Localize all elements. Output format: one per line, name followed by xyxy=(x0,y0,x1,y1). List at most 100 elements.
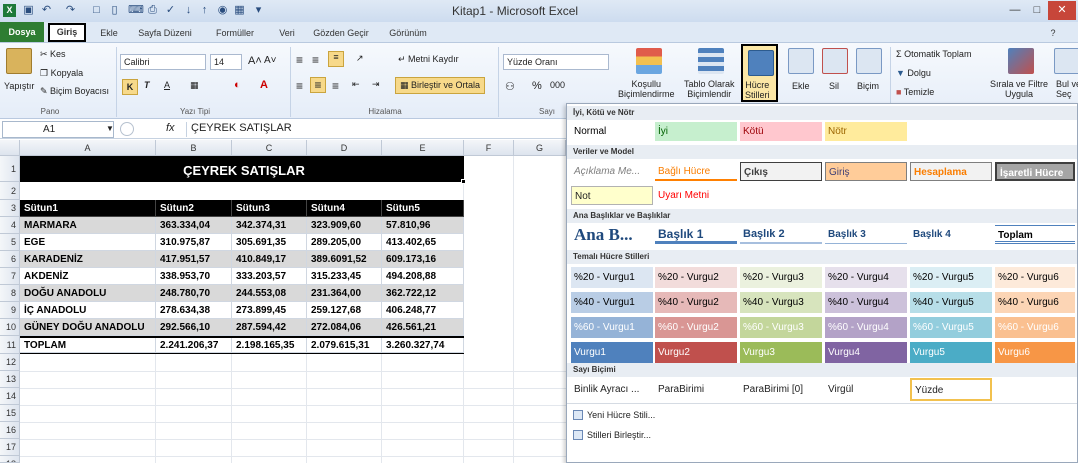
table-cell[interactable]: 338.953,70 xyxy=(156,268,232,285)
table-cell[interactable]: GÜNEY DOĞU ANADOLU xyxy=(20,319,156,336)
merge-styles-menu-item[interactable]: Stilleri Birleştir... xyxy=(571,426,651,444)
sort-filter-button[interactable]: Sırala ve Filtre Uygula xyxy=(990,79,1048,99)
style-bad[interactable]: Kötü xyxy=(740,122,822,141)
sort-filter-icon[interactable] xyxy=(1008,48,1034,74)
row-header[interactable]: 2 xyxy=(0,182,20,200)
minimize-icon[interactable]: — xyxy=(1004,1,1026,20)
cell-styles-button[interactable]: Hücre Stilleri xyxy=(741,44,778,102)
table-cell[interactable]: 342.374,31 xyxy=(232,217,307,234)
table-cell[interactable]: 333.203,57 xyxy=(232,268,307,285)
style-accent40-5[interactable]: %40 - Vurgu5 xyxy=(910,292,992,313)
bold-button[interactable]: K xyxy=(122,79,138,95)
style-accent-5[interactable]: Vurgu5 xyxy=(910,342,992,363)
style-heading-1[interactable]: Başlık 1 xyxy=(655,225,737,244)
style-accent-3[interactable]: Vurgu3 xyxy=(740,342,822,363)
style-percent[interactable]: Yüzde xyxy=(910,378,992,401)
print-icon[interactable]: ⎙ xyxy=(146,4,159,17)
style-output[interactable]: Çıkış xyxy=(740,162,822,181)
grow-font-icon[interactable]: A˄ xyxy=(248,55,262,67)
increase-indent-icon[interactable]: ⇥ xyxy=(372,79,380,90)
decrease-indent-icon[interactable]: ⇤ xyxy=(352,79,360,90)
row-header[interactable]: 18 xyxy=(0,456,20,463)
table-header-cell[interactable]: Sütun2 xyxy=(156,200,232,217)
style-accent40-6[interactable]: %40 - Vurgu6 xyxy=(995,292,1075,313)
style-explanatory[interactable]: Açıklama Me... xyxy=(571,162,653,181)
table-cell[interactable]: 315.233,45 xyxy=(307,268,382,285)
name-box[interactable]: A1 xyxy=(2,121,114,138)
style-currency[interactable]: ParaBirimi xyxy=(655,380,737,399)
table-cell[interactable]: 289.205,00 xyxy=(307,234,382,251)
style-total[interactable]: Toplam xyxy=(995,225,1075,244)
formula-input[interactable]: ÇEYREK SATIŞLAR xyxy=(186,122,566,137)
tab-view[interactable]: Görünüm xyxy=(382,25,434,42)
fill-handle[interactable] xyxy=(461,179,466,184)
style-heading-2[interactable]: Başlık 2 xyxy=(740,225,822,244)
table-cell[interactable]: 426.561,21 xyxy=(382,319,464,336)
style-accent60-2[interactable]: %60 - Vurgu2 xyxy=(655,317,737,338)
style-accent60-1[interactable]: %60 - Vurgu1 xyxy=(571,317,653,338)
fill-color-icon[interactable]: ◐ xyxy=(234,79,241,91)
column-header[interactable]: F xyxy=(464,140,514,156)
table-cell[interactable]: 273.899,45 xyxy=(232,302,307,319)
close-icon[interactable]: ✕ xyxy=(1048,1,1076,20)
font-name-combo[interactable]: Calibri xyxy=(120,54,206,70)
customize-qat-icon[interactable]: ▾ xyxy=(252,4,265,17)
style-accent20-6[interactable]: %20 - Vurgu6 xyxy=(995,267,1075,288)
table-cell[interactable]: 363.334,04 xyxy=(156,217,232,234)
total-cell[interactable]: 2.198.165,35 xyxy=(232,338,307,353)
new-file-icon[interactable]: □ xyxy=(90,4,103,17)
table-cell[interactable]: İÇ ANADOLU xyxy=(20,302,156,319)
table-cell[interactable]: 389.6091,52 xyxy=(307,251,382,268)
style-warning-text[interactable]: Uyarı Metni xyxy=(655,186,737,205)
row-header[interactable]: 4 xyxy=(0,217,20,234)
table-cell[interactable]: 410.849,17 xyxy=(232,251,307,268)
style-comma[interactable]: Binlik Ayracı ... xyxy=(571,380,653,399)
style-accent-1[interactable]: Vurgu1 xyxy=(571,342,653,363)
align-right-icon[interactable]: ≡ xyxy=(332,79,339,93)
paste-button[interactable]: Yapıştır xyxy=(4,81,34,91)
table-cell[interactable]: 417.951,57 xyxy=(156,251,232,268)
style-accent60-3[interactable]: %60 - Vurgu3 xyxy=(740,317,822,338)
style-title[interactable]: Ana B... xyxy=(571,224,653,246)
format-painter-button[interactable]: ✎ Biçim Boyacısı xyxy=(40,86,109,97)
underline-button[interactable]: A xyxy=(164,80,170,90)
table-cell[interactable]: 310.975,87 xyxy=(156,234,232,251)
table-cell[interactable]: 287.594,42 xyxy=(232,319,307,336)
style-input[interactable]: Giriş xyxy=(825,162,907,181)
row-header[interactable]: 9 xyxy=(0,302,20,319)
tab-formulas[interactable]: Formüller xyxy=(207,25,263,42)
style-accent20-1[interactable]: %20 - Vurgu1 xyxy=(571,267,653,288)
table-cell[interactable]: KARADENİZ xyxy=(20,251,156,268)
table-cell[interactable]: AKDENİZ xyxy=(20,268,156,285)
table-cell[interactable]: 248.780,70 xyxy=(156,285,232,302)
column-header[interactable]: A xyxy=(20,140,156,156)
sort-desc-icon[interactable]: ↑ xyxy=(198,4,211,17)
conditional-format-icon[interactable] xyxy=(636,48,662,74)
copy-button[interactable]: ❐ Kopyala xyxy=(40,68,83,79)
column-header[interactable]: C xyxy=(232,140,307,156)
sort-asc-icon[interactable]: ↓ xyxy=(182,4,195,17)
function-button[interactable]: fx xyxy=(166,122,175,134)
tab-review[interactable]: Gözden Geçir xyxy=(309,25,373,42)
align-bottom-icon[interactable]: ≡ xyxy=(328,51,344,67)
table-cell[interactable]: 231.364,00 xyxy=(307,285,382,302)
conditional-format-button[interactable]: Koşullu Biçimlendirme xyxy=(618,79,675,99)
table-cell[interactable]: EGE xyxy=(20,234,156,251)
style-accent60-6[interactable]: %60 - Vurgu6 xyxy=(995,317,1075,338)
row-header[interactable]: 3 xyxy=(0,200,20,217)
insert-cells-icon[interactable] xyxy=(788,48,814,74)
table-cell[interactable]: 494.208,88 xyxy=(382,268,464,285)
new-cell-style-menu-item[interactable]: Yeni Hücre Stili... xyxy=(571,406,655,424)
style-accent20-5[interactable]: %20 - Vurgu5 xyxy=(910,267,992,288)
delete-cells-icon[interactable] xyxy=(822,48,848,74)
style-accent-4[interactable]: Vurgu4 xyxy=(825,342,907,363)
style-comma-0[interactable]: Virgül xyxy=(825,380,907,399)
style-check-cell[interactable]: İşaretli Hücre xyxy=(995,162,1075,181)
row-header[interactable]: 1 xyxy=(0,156,20,182)
spell-check-icon[interactable]: ✓ xyxy=(164,4,177,17)
row-header[interactable]: 15 xyxy=(0,405,20,422)
save-icon[interactable]: ▣ xyxy=(22,4,35,17)
comma-button[interactable]: 000 xyxy=(550,80,565,90)
chart-icon[interactable]: ▦ xyxy=(233,4,246,17)
column-header[interactable]: G xyxy=(514,140,566,156)
